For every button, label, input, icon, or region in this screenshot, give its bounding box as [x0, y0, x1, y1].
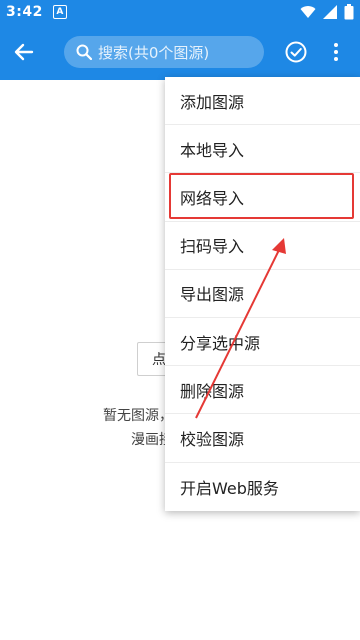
menu-item-share-selected[interactable]: 分享选中源 — [165, 318, 360, 367]
search-icon — [76, 44, 92, 60]
check-circle-icon[interactable] — [284, 40, 308, 64]
signal-icon — [323, 5, 337, 19]
menu-item-verify-source[interactable]: 校验图源 — [165, 414, 360, 463]
status-time: 3:42 — [6, 4, 43, 20]
search-placeholder: 搜索(共0个图源) — [98, 43, 210, 62]
status-icons — [300, 4, 354, 20]
search-input[interactable]: 搜索(共0个图源) — [64, 36, 264, 68]
battery-icon — [344, 4, 354, 20]
more-menu-button[interactable] — [328, 40, 344, 64]
notification-icon: A — [52, 5, 67, 19]
menu-item-delete-source[interactable]: 删除图源 — [165, 366, 360, 415]
more-vert-icon-dot — [334, 50, 338, 54]
back-button[interactable] — [12, 40, 36, 64]
menu-item-add-source[interactable]: 添加图源 — [165, 77, 360, 126]
status-bar: 3:42 A — [0, 0, 360, 24]
wifi-icon — [300, 6, 316, 18]
overflow-menu: 添加图源 本地导入 网络导入 扫码导入 导出图源 分享选中源 删除图源 校验图源… — [165, 77, 360, 511]
menu-item-web-service[interactable]: 开启Web服务 — [165, 463, 360, 511]
more-vert-icon-dot — [334, 57, 338, 61]
more-vert-icon-dot — [334, 43, 338, 47]
arrow-left-icon — [14, 43, 34, 61]
app-bar: 搜索(共0个图源) — [0, 24, 360, 80]
menu-item-scan-import[interactable]: 扫码导入 — [165, 222, 360, 270]
menu-item-export-source[interactable]: 导出图源 — [165, 270, 360, 318]
menu-item-local-import[interactable]: 本地导入 — [165, 125, 360, 174]
menu-item-network-import[interactable]: 网络导入 — [165, 173, 360, 222]
